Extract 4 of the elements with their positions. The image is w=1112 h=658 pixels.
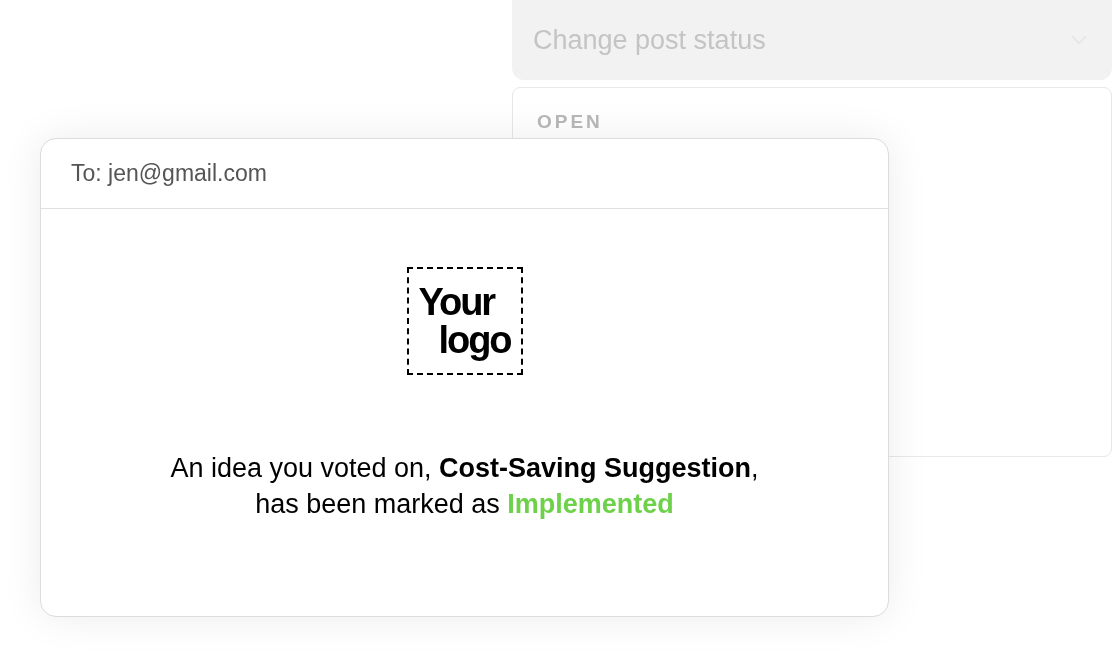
logo-text: Your logo [418, 283, 511, 359]
section-heading: OPEN [537, 111, 603, 132]
recipient-text: To: jen@gmail.com [71, 159, 267, 189]
notification-message: An idea you voted on, Cost-Saving Suggestion, has been marked as Implemented [170, 452, 759, 521]
